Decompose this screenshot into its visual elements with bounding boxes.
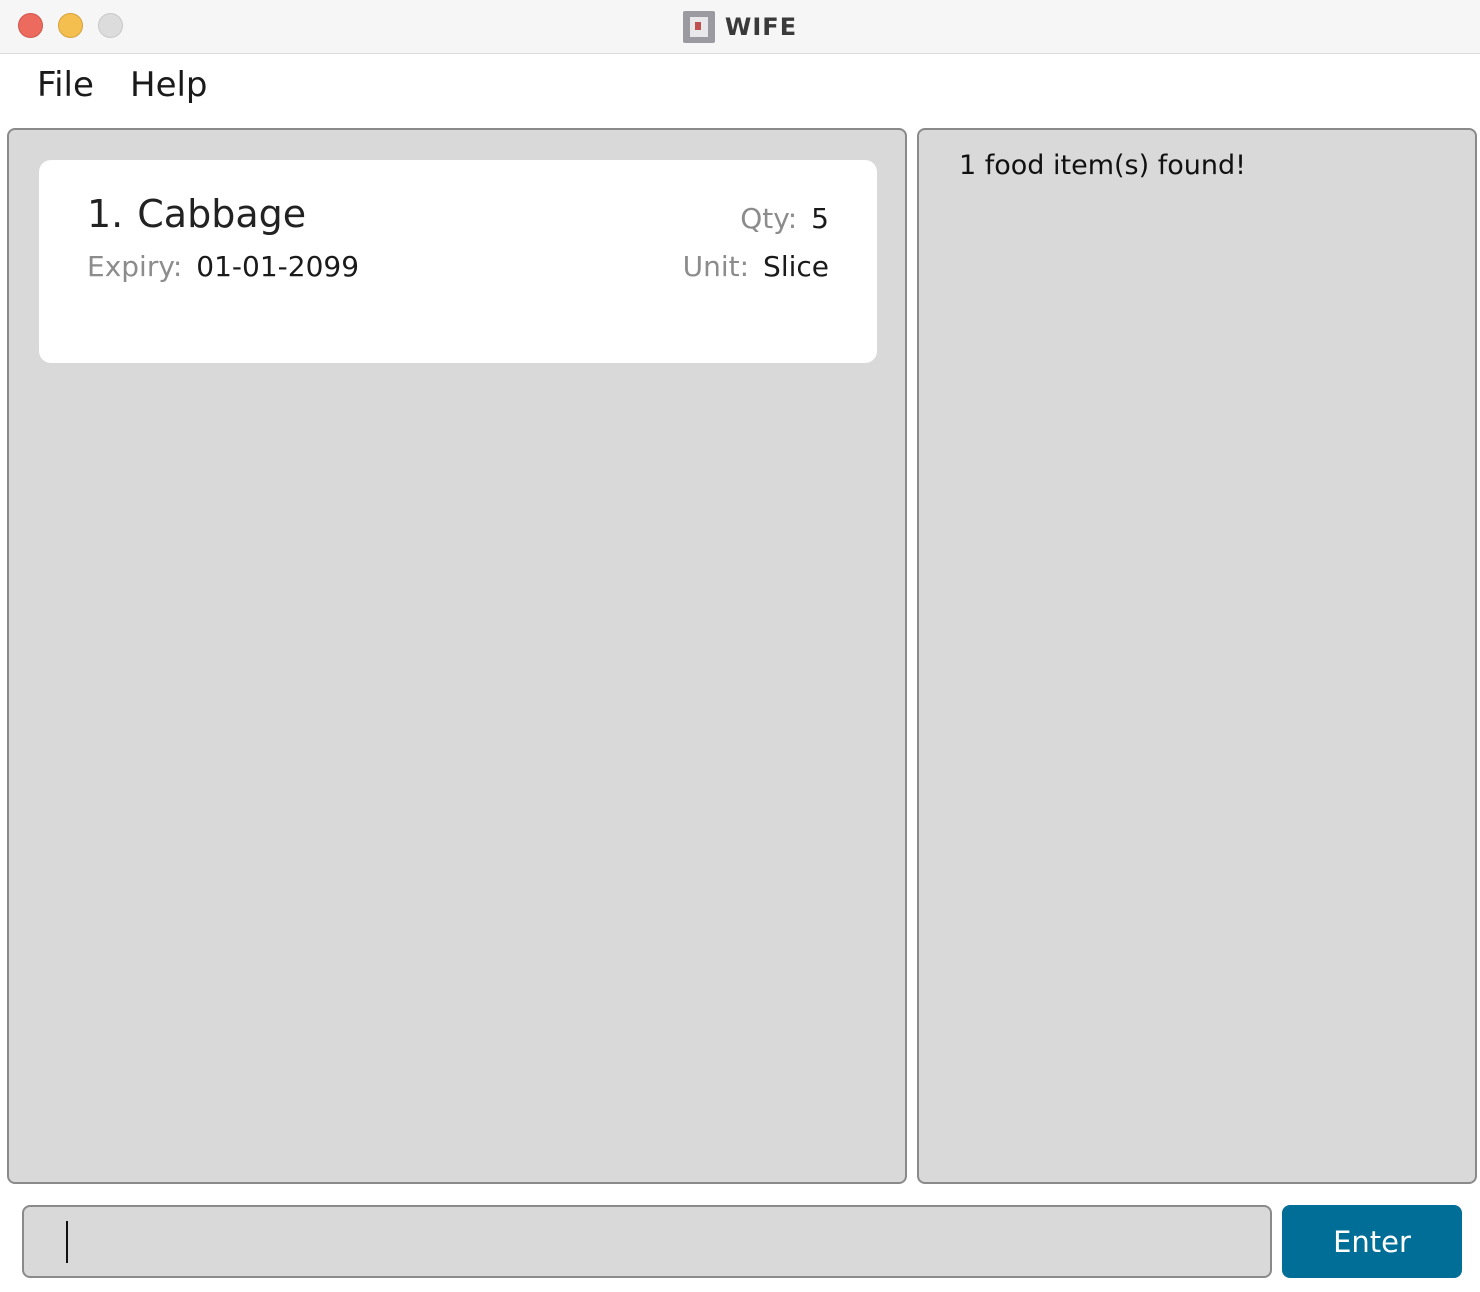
expiry-value: 01-01-2099 xyxy=(196,250,360,283)
food-item-unit: Unit: Slice xyxy=(683,250,829,283)
text-caret xyxy=(66,1221,68,1263)
command-box[interactable] xyxy=(22,1205,1272,1278)
food-item-qty: Qty: 5 xyxy=(740,202,829,235)
food-item-card[interactable]: 1. Cabbage Expiry: 01-01-2099 Qty: 5 Unit: S… xyxy=(39,160,877,363)
food-list-panel[interactable]: 1. Cabbage Expiry: 01-01-2099 Qty: 5 Unit: S… xyxy=(7,128,907,1184)
unit-label: Unit: xyxy=(682,250,750,283)
title-bar[interactable]: WIFE xyxy=(0,0,1480,54)
command-input[interactable] xyxy=(74,1207,1254,1276)
food-item-index: 1. xyxy=(87,192,124,236)
food-item-title: 1. Cabbage xyxy=(87,192,306,236)
expiry-label: Expiry: xyxy=(87,250,183,283)
menu-bar: File Help xyxy=(0,55,1480,123)
enter-button[interactable]: Enter xyxy=(1282,1205,1462,1278)
menu-help[interactable]: Help xyxy=(130,65,208,105)
window-title-group: WIFE xyxy=(0,0,1480,54)
result-message: 1 food item(s) found! xyxy=(959,150,1246,181)
result-display-panel[interactable]: 1 food item(s) found! xyxy=(917,128,1477,1184)
app-window: WIFE File Help 1. Cabbage Expiry: 01-01-20… xyxy=(0,0,1480,1292)
menu-file[interactable]: File xyxy=(37,65,94,105)
window-title: WIFE xyxy=(724,13,798,41)
food-item-name: Cabbage xyxy=(137,192,307,236)
qty-value: 5 xyxy=(811,202,829,235)
food-item-expiry: Expiry: 01-01-2099 xyxy=(87,250,359,283)
unit-value: Slice xyxy=(763,250,829,283)
qty-label: Qty: xyxy=(740,202,798,235)
app-icon xyxy=(682,11,715,43)
